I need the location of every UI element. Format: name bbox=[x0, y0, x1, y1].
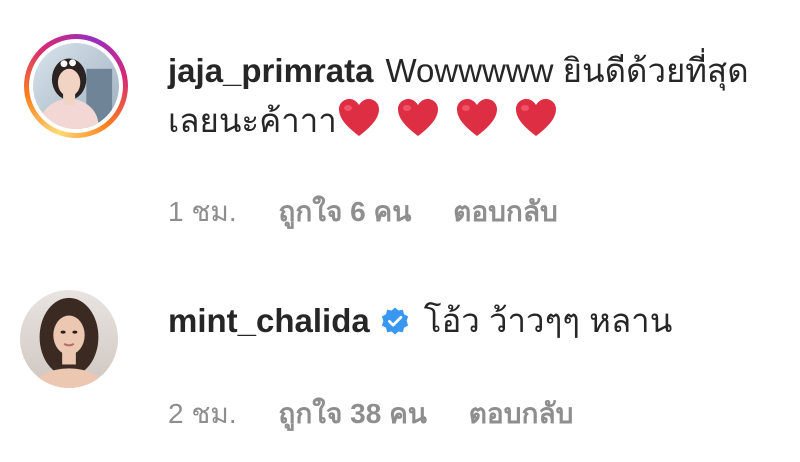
comment-likes[interactable]: ถูกใจ 38 คน bbox=[278, 392, 427, 436]
reply-button[interactable]: ตอบกลับ bbox=[453, 190, 558, 234]
comment-item: jaja_primrata Wowwwww ยินดีด้วยที่สุดเลยน… bbox=[0, 0, 800, 250]
comment-body: jaja_primrata Wowwwww ยินดีด้วยที่สุดเลยน… bbox=[168, 46, 768, 152]
comment-time[interactable]: 2 ชม. bbox=[168, 392, 237, 436]
verified-badge-icon bbox=[381, 307, 408, 335]
comment-username[interactable]: mint_chalida bbox=[168, 302, 370, 339]
comment-username[interactable]: jaja_primrata bbox=[168, 52, 373, 89]
heart-emoji-icon bbox=[516, 99, 557, 136]
avatar[interactable] bbox=[33, 43, 119, 129]
comment-text: โอ้ว ว้าวๆๆ หลาน bbox=[423, 302, 673, 339]
comment-likes[interactable]: ถูกใจ 6 คน bbox=[278, 190, 411, 234]
heart-emoji-group bbox=[337, 98, 565, 152]
heart-emoji-icon bbox=[338, 99, 379, 136]
avatar-story-ring[interactable] bbox=[24, 34, 128, 138]
comment-meta: 2 ชม. ถูกใจ 38 คน ตอบกลับ bbox=[168, 392, 573, 436]
heart-emoji-icon bbox=[397, 99, 438, 136]
comment-time[interactable]: 1 ชม. bbox=[168, 190, 237, 234]
avatar-container[interactable] bbox=[20, 290, 118, 388]
comment-body: mint_chalida โอ้ว ว้าวๆๆ หลาน bbox=[168, 296, 788, 346]
reply-button[interactable]: ตอบกลับ bbox=[469, 392, 574, 436]
avatar[interactable] bbox=[20, 290, 118, 388]
comment-meta: 1 ชม. ถูกใจ 6 คน ตอบกลับ bbox=[168, 190, 558, 234]
comment-item: mint_chalida โอ้ว ว้าวๆๆ หลาน 2 ชม. ถูกใ… bbox=[0, 250, 800, 462]
heart-emoji-icon bbox=[457, 99, 498, 136]
